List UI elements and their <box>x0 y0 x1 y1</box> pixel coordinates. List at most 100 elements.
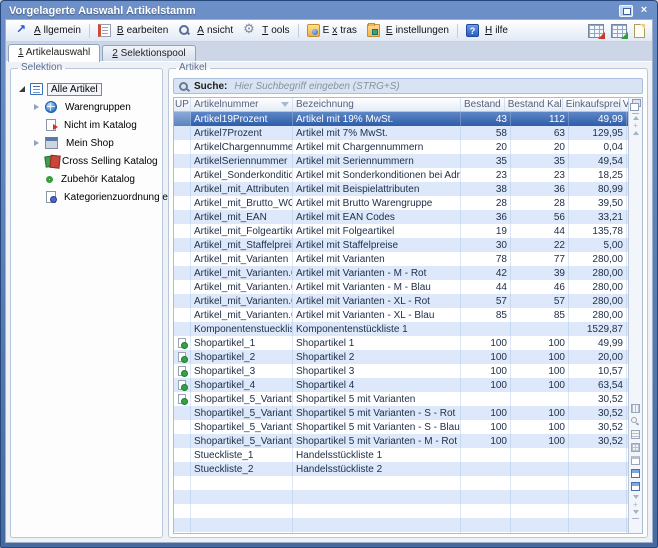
tree-item-all-articles[interactable]: Alle Artikel <box>17 80 159 98</box>
table-row[interactable]: Artikel_mit_Varianten.004Artikel mit Var… <box>174 280 628 294</box>
expander-open-icon[interactable] <box>17 86 26 92</box>
table-row[interactable]: Artikel_mit_VariantenArtikel mit Variant… <box>174 252 628 266</box>
not-in-catalog-icon <box>46 119 56 131</box>
cell-nr: Artikel7Prozent <box>191 126 293 140</box>
table-row[interactable]: Shopartikel_5_Varianten.2Shopartikel 5 m… <box>174 420 628 434</box>
preview-icon[interactable] <box>631 456 640 465</box>
expander-closed-icon[interactable] <box>32 104 41 110</box>
search-tool-icon[interactable] <box>631 417 640 426</box>
table-row[interactable]: Artikel19ProzentArtikel mit 19% MwSt.431… <box>174 112 628 126</box>
column-header-kalk[interactable]: Bestand Kalk. <box>505 98 563 111</box>
table-row[interactable]: Komponentenstueckliste_1Komponentenstück… <box>174 322 628 336</box>
cell-ek: 280,00 <box>569 266 627 280</box>
menu-item-tools[interactable]: Tools <box>238 22 294 39</box>
tab-artikelauswahl[interactable]: 1 Artikelauswahl <box>8 44 100 62</box>
cell-ek: 0,04 <box>569 140 627 154</box>
scroll-to-top-icon[interactable] <box>632 113 639 114</box>
column-header-ve[interactable]: Ve <box>621 98 628 111</box>
table-row[interactable]: Artikel_mit_EANArtikel mit EAN Codes3656… <box>174 210 628 224</box>
close-icon[interactable] <box>637 4 651 18</box>
menu-item-ansicht[interactable]: Ansicht <box>173 22 238 39</box>
splitter-handle-icon[interactable] <box>633 501 638 508</box>
extras-icon <box>307 24 320 37</box>
table-row[interactable]: Artikel_mit_StaffelpreiseArtikel mit Sta… <box>174 238 628 252</box>
cell-nr: Artikel_mit_Varianten.003 <box>191 266 293 280</box>
menu-item-bearbeiten[interactable]: Bearbeiten <box>93 22 173 39</box>
table-row[interactable]: Artikel_mit_AttributenArtikel mit Beispi… <box>174 182 628 196</box>
search-input[interactable] <box>232 80 637 93</box>
cell-bestand <box>461 322 511 336</box>
cell-bestand: 85 <box>461 308 511 322</box>
grid-view-icon[interactable] <box>631 443 640 452</box>
splitter-handle-icon[interactable] <box>633 122 638 129</box>
card-view-icon[interactable] <box>631 404 640 413</box>
table-import-icon[interactable] <box>611 24 627 38</box>
tree-item-accessories[interactable]: Zubehör Katalog <box>17 170 159 188</box>
table-row[interactable]: Shopartikel_3Shopartikel 310010010,5721, <box>174 364 628 378</box>
scroll-up-icon[interactable] <box>633 116 639 120</box>
restore-icon[interactable] <box>619 5 633 17</box>
table-row[interactable]: Artikel_mit_Varianten.003Artikel mit Var… <box>174 266 628 280</box>
table-row[interactable]: Shopartikel_4Shopartikel 410010063,5472, <box>174 378 628 392</box>
cell-ek <box>569 462 627 476</box>
cell-bez: Artikel mit Folgeartikel <box>293 224 461 238</box>
table-row[interactable]: Shopartikel_5_Varianten.3Shopartikel 5 m… <box>174 434 628 448</box>
text-view-icon[interactable] <box>631 430 640 439</box>
layout-window-icon[interactable] <box>631 482 640 491</box>
menu-item-allgemein[interactable]: Allgemein <box>10 22 86 39</box>
table-row[interactable]: Shopartikel_5_Varianten.1Shopartikel 5 m… <box>174 406 628 420</box>
table-row[interactable]: Stueckliste_2Handelsstückliste 2229 <box>174 462 628 476</box>
edit-icon <box>98 24 111 37</box>
cell-bez <box>293 532 461 533</box>
cell-kalk: 100 <box>511 420 569 434</box>
table-row[interactable]: ArtikelSeriennummerArtikel mit Seriennum… <box>174 154 628 168</box>
expander-closed-icon[interactable] <box>32 140 41 146</box>
menu-label-part: x <box>332 25 337 36</box>
table-row[interactable]: Shopartikel_2Shopartikel 210010020,0025, <box>174 350 628 364</box>
menu-item-extras[interactable]: Extras <box>302 22 362 39</box>
column-header-bez[interactable]: Bezeichnung <box>293 98 461 111</box>
tree-item-globe[interactable]: Warengruppen <box>17 98 159 116</box>
table-export-icon[interactable] <box>588 24 604 38</box>
cell-up <box>174 364 191 378</box>
menu-item-hilfe[interactable]: Hilfe <box>461 22 513 39</box>
table-row[interactable]: Shopartikel_5_VariantenShopartikel 5 mit… <box>174 392 628 406</box>
scroll-down-icon[interactable] <box>633 510 639 514</box>
cell-bez: Artikel mit Varianten - XL - Rot <box>293 294 461 308</box>
table-row[interactable]: Artikel_mit_Varianten.005Artikel mit Var… <box>174 294 628 308</box>
cell-up <box>174 154 191 168</box>
table-row[interactable]: Artikel_SonderkonditionenArtikel mit Son… <box>174 168 628 182</box>
scroll-up-icon[interactable] <box>633 131 639 135</box>
column-header-ek[interactable]: Einkaufspreis <box>563 98 621 111</box>
table-row[interactable]: Artikel_mit_FolgeartikelArtikel mit Folg… <box>174 224 628 238</box>
layout-window-icon[interactable] <box>631 469 640 478</box>
scroll-to-bottom-icon[interactable] <box>632 518 639 519</box>
cell-bestand <box>461 448 511 462</box>
column-header-up[interactable]: UP <box>174 98 191 111</box>
new-document-icon[interactable] <box>634 24 645 38</box>
cell-nr: Shopartikel_3 <box>191 364 293 378</box>
table-row[interactable]: Stueckliste_1Handelsstückliste 1184 <box>174 448 628 462</box>
table-row[interactable]: Artikel_mit_Varianten.006Artikel mit Var… <box>174 308 628 322</box>
scroll-down-icon[interactable] <box>633 495 639 499</box>
tab-selektionspool[interactable]: 2 Selektionspool <box>102 45 195 61</box>
cell-ek <box>569 448 627 462</box>
column-header-bestand[interactable]: Bestand <box>461 98 505 111</box>
tree-item-not-in-catalog[interactable]: Nicht im Katalog <box>17 116 159 134</box>
column-chooser-icon[interactable] <box>630 99 641 111</box>
cell-bez <box>293 518 461 532</box>
table-row[interactable]: Artikel_mit_Brutto_WGRArtikel mit Brutto… <box>174 196 628 210</box>
menu-item-einstellungen[interactable]: Einstellungen <box>362 22 454 39</box>
tree-item-remove-category[interactable]: Kategorienzuordnung entfernen <box>17 188 159 206</box>
tree-item-shop[interactable]: Mein Shop <box>17 134 159 152</box>
tree-item-cross-selling[interactable]: Cross Selling Katalog <box>17 152 159 170</box>
cell-kalk <box>511 504 569 518</box>
column-header-nr[interactable]: Artikelnummer <box>191 98 293 111</box>
table-row[interactable]: ArtikelChargennummerArtikel mit Chargenn… <box>174 140 628 154</box>
tree-label: Zubehör Katalog <box>57 173 139 186</box>
selektion-legend: Selektion <box>18 62 65 74</box>
table-row[interactable]: Shopartikel_1Shopartikel 110010049,9992, <box>174 336 628 350</box>
cell-kalk <box>511 532 569 533</box>
table-row[interactable]: Artikel7ProzentArtikel mit 7% MwSt.58631… <box>174 126 628 140</box>
cell-kalk <box>511 448 569 462</box>
